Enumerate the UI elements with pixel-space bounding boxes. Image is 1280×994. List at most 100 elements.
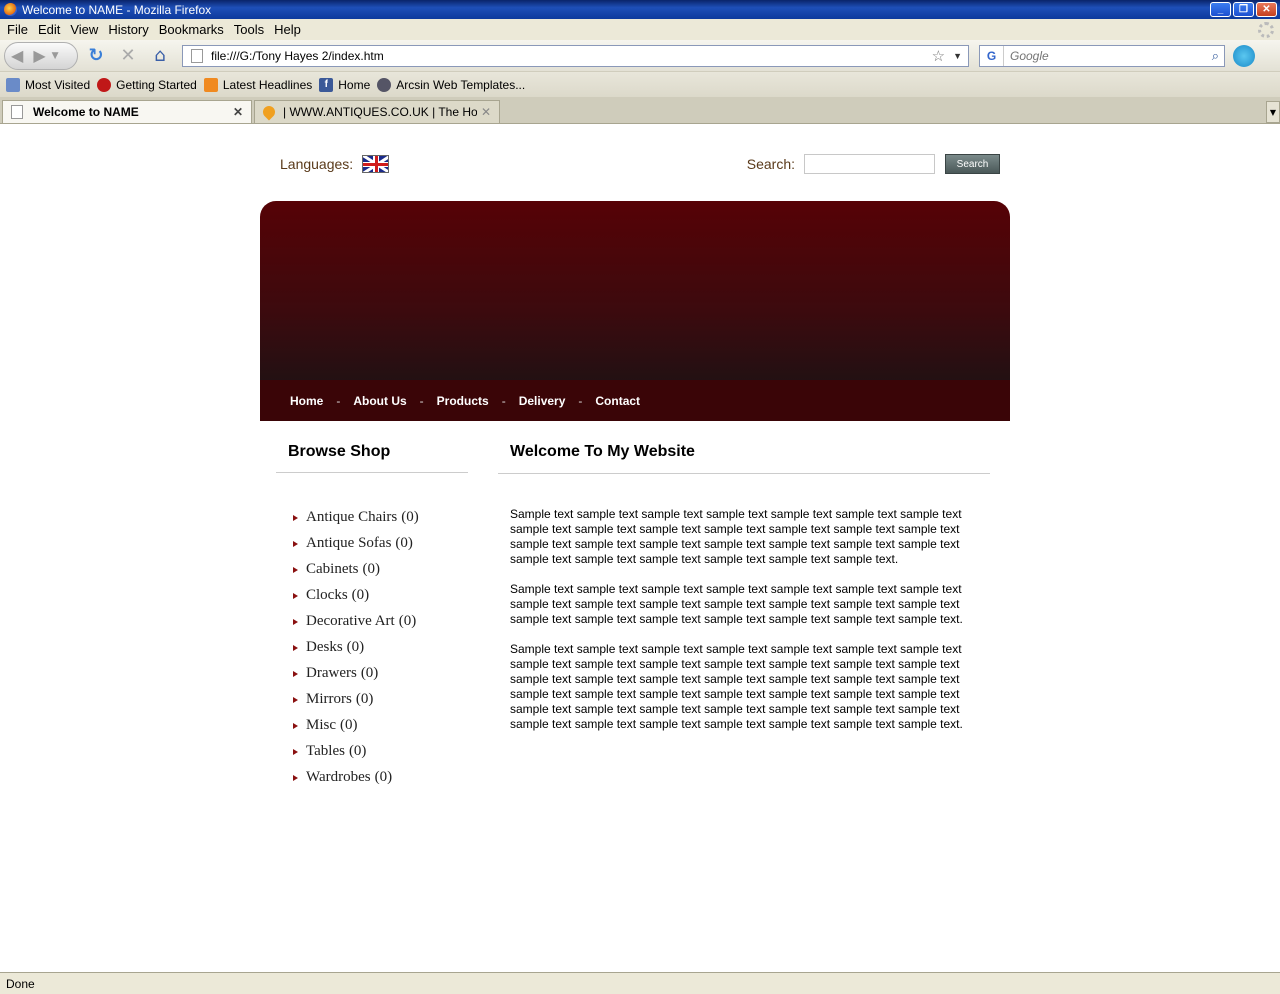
bullet-arrow-icon — [293, 775, 298, 781]
forward-arrow-icon[interactable]: ▶ — [33, 46, 45, 65]
bullet-arrow-icon — [293, 541, 298, 547]
category-item[interactable]: Decorative Art (0) — [276, 608, 468, 634]
search-label: Search: — [746, 156, 795, 172]
minimize-button[interactable]: _ — [1210, 2, 1231, 17]
site-search-input[interactable] — [804, 154, 935, 174]
category-list: Antique Chairs (0) Antique Sofas (0) Cabin… — [276, 504, 468, 790]
list-all-tabs-icon[interactable]: ▼ — [1266, 101, 1280, 123]
bookmark-arcsin[interactable]: Arcsin Web Templates... — [377, 77, 525, 92]
languages: Languages: — [280, 155, 390, 173]
menu-file[interactable]: File — [2, 22, 33, 37]
search-icon[interactable]: ⌕ — [1212, 48, 1219, 64]
web-search-input[interactable] — [1004, 48, 1212, 63]
category-item[interactable]: Wardrobes (0) — [276, 764, 468, 790]
close-tab-icon[interactable]: ✕ — [481, 105, 491, 119]
menu-bar: File Edit View History Bookmarks Tools H… — [0, 19, 1280, 40]
bullet-arrow-icon — [293, 671, 298, 677]
throbber-icon — [1258, 21, 1274, 38]
sidebar-title: Browse Shop — [276, 443, 468, 473]
category-item[interactable]: Clocks (0) — [276, 582, 468, 608]
nav-home[interactable]: Home — [290, 394, 323, 408]
menu-edit[interactable]: Edit — [33, 22, 65, 37]
browser-window: Welcome to NAME - Mozilla Firefox _ ❐ ✕ … — [0, 0, 1280, 994]
url-bar[interactable]: file:///G:/Tony Hayes 2/index.htm ☆ ▼ — [182, 44, 969, 67]
nav-products[interactable]: Products — [437, 394, 489, 408]
back-forward-buttons[interactable]: ◀ ▶ ▼ — [4, 41, 78, 70]
main-nav: Home - About Us - Products - Delivery - … — [260, 380, 1010, 421]
navigation-toolbar: ◀ ▶ ▼ ↻ ✕ ⌂ file:///G:/Tony Hayes 2/inde… — [0, 40, 1280, 72]
category-item[interactable]: Misc (0) — [276, 712, 468, 738]
languages-label: Languages: — [280, 156, 354, 172]
bullet-arrow-icon — [293, 749, 298, 755]
category-item[interactable]: Mirrors (0) — [276, 686, 468, 712]
title-bar: Welcome to NAME - Mozilla Firefox _ ❐ ✕ — [0, 0, 1280, 19]
bullet-arrow-icon — [293, 515, 298, 521]
firefox-icon — [4, 3, 17, 16]
category-item[interactable]: Antique Chairs (0) — [276, 504, 468, 530]
page-icon — [11, 105, 23, 119]
rss-icon — [203, 77, 218, 92]
menu-tools[interactable]: Tools — [229, 22, 269, 37]
status-text: Done — [6, 976, 35, 991]
nav-delivery[interactable]: Delivery — [519, 394, 566, 408]
tab-bar: Welcome to NAME ✕ | WWW.ANTIQUES.CO.UK |… — [0, 97, 1280, 124]
skype-icon[interactable] — [1233, 44, 1255, 67]
paragraph: Sample text sample text sample text samp… — [510, 507, 962, 566]
heart-icon — [260, 103, 278, 121]
window-title: Welcome to NAME - Mozilla Firefox — [22, 2, 212, 17]
bullet-arrow-icon — [293, 723, 298, 729]
bookmarks-toolbar: Most Visited Getting Started Latest Head… — [0, 72, 1280, 97]
bookmark-latest-headlines[interactable]: Latest Headlines — [203, 77, 312, 92]
category-item[interactable]: Cabinets (0) — [276, 556, 468, 582]
menu-view[interactable]: View — [65, 22, 103, 37]
category-item[interactable]: Drawers (0) — [276, 660, 468, 686]
nav-about-us[interactable]: About Us — [353, 394, 406, 408]
url-text[interactable]: file:///G:/Tony Hayes 2/index.htm — [211, 49, 932, 63]
bullet-arrow-icon — [293, 697, 298, 703]
bullet-arrow-icon — [293, 593, 298, 599]
main-title: Welcome To My Website — [498, 443, 990, 474]
paragraph: Sample text sample text sample text samp… — [510, 642, 963, 731]
back-arrow-icon[interactable]: ◀ — [11, 46, 23, 65]
tab-antiques[interactable]: | WWW.ANTIQUES.CO.UK | The Ho... ✕ — [254, 100, 500, 123]
history-dropdown-icon[interactable]: ▼ — [52, 51, 59, 61]
arcsin-icon — [377, 77, 392, 92]
bullet-arrow-icon — [293, 567, 298, 573]
bullet-arrow-icon — [293, 645, 298, 651]
getting-started-icon — [97, 77, 112, 92]
menu-history[interactable]: History — [103, 22, 153, 37]
bookmark-home[interactable]: f Home — [319, 77, 370, 92]
site-search: Search: Search — [747, 154, 1000, 174]
page-content: Languages: Search: Search Home - About U… — [0, 130, 1280, 972]
web-search-bar[interactable]: G ⌕ — [979, 44, 1225, 67]
close-tab-icon[interactable]: ✕ — [233, 105, 243, 119]
maximize-button[interactable]: ❐ — [1233, 2, 1254, 17]
menu-bookmarks[interactable]: Bookmarks — [154, 22, 229, 37]
bookmark-star-icon[interactable]: ☆ — [932, 47, 945, 65]
google-engine-icon[interactable]: G — [980, 45, 1004, 66]
category-item[interactable]: Desks (0) — [276, 634, 468, 660]
facebook-icon: f — [319, 77, 334, 92]
menu-help[interactable]: Help — [269, 22, 306, 37]
bookmark-most-visited[interactable]: Most Visited — [6, 77, 90, 92]
sidebar: Browse Shop Antique Chairs (0) Antique So… — [276, 443, 468, 790]
reload-icon[interactable]: ↻ — [82, 44, 110, 68]
main-content: Welcome To My Website Sample text sample… — [498, 443, 990, 747]
uk-flag-icon[interactable] — [362, 155, 390, 173]
header-banner: Home - About Us - Products - Delivery - … — [260, 201, 1010, 421]
status-bar: Done — [0, 972, 1280, 994]
url-dropdown-icon[interactable]: ▼ — [953, 51, 962, 61]
home-icon[interactable]: ⌂ — [146, 44, 174, 68]
nav-contact[interactable]: Contact — [595, 394, 640, 408]
close-window-button[interactable]: ✕ — [1256, 2, 1277, 17]
page-icon — [191, 48, 203, 63]
category-item[interactable]: Tables (0) — [276, 738, 468, 764]
category-item[interactable]: Antique Sofas (0) — [276, 530, 468, 556]
most-visited-icon — [6, 77, 20, 92]
stop-icon[interactable]: ✕ — [114, 44, 142, 68]
paragraph: Sample text sample text sample text samp… — [510, 582, 963, 626]
bullet-arrow-icon — [293, 619, 298, 625]
tab-welcome[interactable]: Welcome to NAME ✕ — [2, 100, 252, 123]
bookmark-getting-started[interactable]: Getting Started — [97, 77, 197, 92]
search-button[interactable]: Search — [945, 154, 1000, 174]
